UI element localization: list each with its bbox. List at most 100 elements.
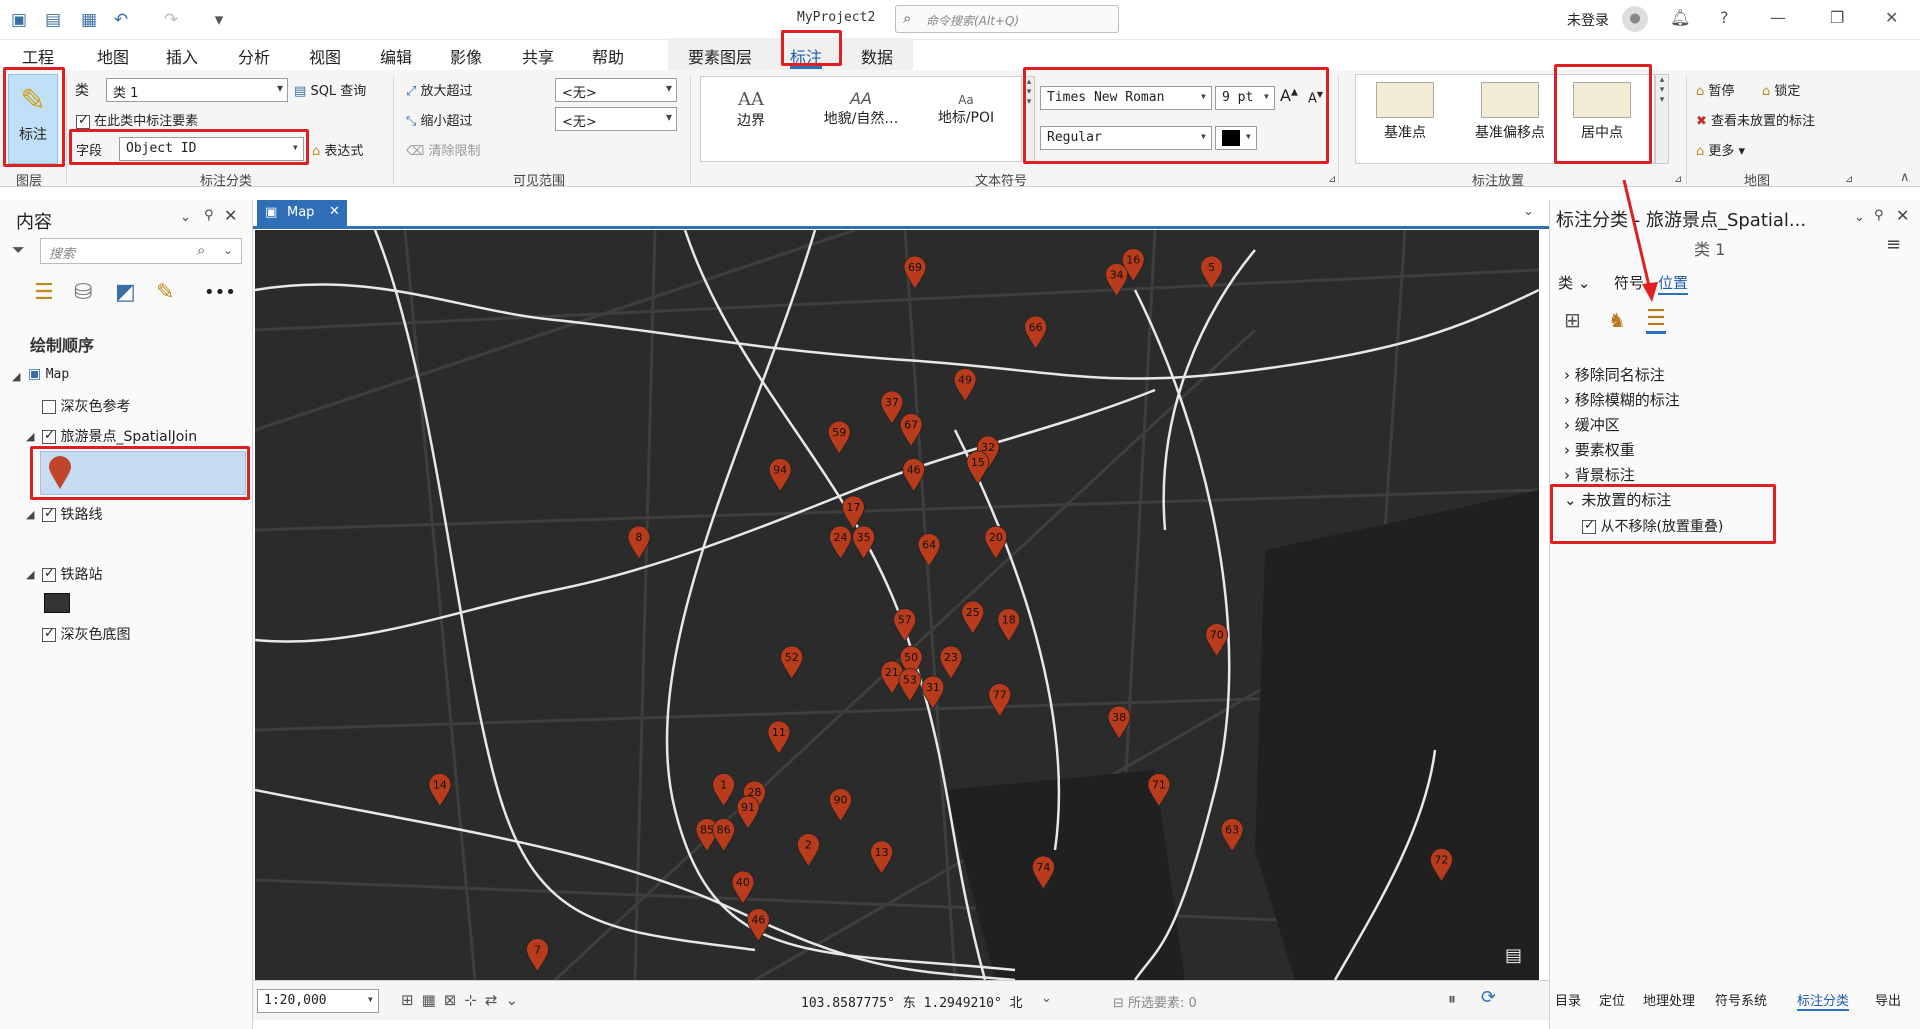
more-options-icon[interactable]: ••• [204,282,236,303]
map-pin[interactable]: 49 [953,368,977,403]
expression-button[interactable]: ⌂ 表达式 [312,140,363,159]
map-pin[interactable]: 64 [917,533,941,568]
tab-data[interactable]: 数据 [861,44,893,68]
map-pin[interactable]: 37 [880,390,904,425]
filter-icon[interactable]: ⏷ [12,240,25,260]
placement-scroll[interactable]: ▴ ▾ ▾ [1655,74,1669,164]
open-project-icon[interactable]: ▤ [42,10,64,30]
pause-drawing-icon[interactable]: ⏸ [1448,989,1456,1009]
map-pin[interactable]: 70 [1205,623,1229,658]
tab-position[interactable]: 位置 [1658,272,1689,295]
menu-icon[interactable]: ≡ [1886,234,1901,255]
map-pin[interactable]: 57 [893,608,917,643]
gallery-scroll[interactable]: ▴ ▾ ▾ [1023,76,1035,162]
tab-map[interactable]: 地图 [97,44,129,68]
tab-class[interactable]: 类 ⌄ [1558,272,1590,293]
layer-railway-line[interactable]: 铁路线 [42,504,102,524]
text-symbol-launcher-icon[interactable]: ⊿ [1328,174,1336,185]
tab-edit[interactable]: 编辑 [380,44,412,68]
layer-dark-gray-reference[interactable]: 深灰色参考 [42,396,130,416]
view-unplaced-button[interactable]: ✖ 查看未放置的标注 [1696,110,1815,129]
redo-icon[interactable]: ↷ [160,10,182,30]
map-pin[interactable]: 59 [827,420,851,455]
map-pin[interactable]: 63 [1220,818,1244,853]
map-launcher-icon[interactable]: ⊿ [1845,174,1853,185]
zoom-out-beyond-button[interactable]: ⤡ 缩小超过 [406,110,473,129]
placement-base-offset[interactable]: 基准偏移点 [1460,82,1560,142]
style-poi[interactable]: Aa 地标/POI [921,89,1011,127]
lock-button[interactable]: ⌂ 锁定 [1762,80,1800,99]
clear-limits-button[interactable]: ⌫ 清除限制 [406,140,481,159]
close-tab-icon[interactable]: ✕ [329,204,340,219]
style-boundary[interactable]: AA 边界 [711,89,791,130]
collapse-ribbon-icon[interactable]: ∧ [1900,170,1910,185]
map-pin[interactable]: 11 [767,720,791,755]
tab-overflow-icon[interactable]: ⌄ [1523,204,1534,219]
field-dropdown[interactable]: Object ID [119,137,304,161]
map-widget-icon[interactable]: ▤ [1505,945,1522,966]
map-pin[interactable]: 18 [997,608,1021,643]
more-button[interactable]: ⌂ 更多 ▾ [1696,140,1745,159]
tab-symbology[interactable]: 符号系统 [1715,990,1767,1009]
pause-button[interactable]: ⌂ 暂停 [1696,80,1734,99]
customize-qat-icon[interactable]: ▾ [208,10,230,30]
map-svg[interactable]: 69163456649376759321594 46178 2024 35645725… [255,230,1539,980]
map-pin[interactable]: 52 [780,645,804,680]
section-unplaced-labels[interactable]: ⌄ 未放置的标注 [1564,489,1671,510]
tab-labeling[interactable]: 标注 [790,44,822,68]
expand-icon[interactable]: ◢ [12,370,20,383]
help-icon[interactable]: ? [1720,8,1729,27]
zoom-out-scale-dropdown[interactable]: <无> [555,107,677,131]
new-project-icon[interactable]: ▣ [8,10,30,30]
map-pin[interactable]: 53 [898,668,922,703]
expand-icon[interactable]: ◢ [26,568,34,581]
label-features-in-class-checkbox[interactable]: 在此类中标注要素 [76,110,198,129]
map-pin[interactable]: 66 [1024,315,1048,350]
map-tool-icons[interactable]: ⊞▦⊠⊹⇄⌄ [401,991,526,1009]
conflict-resolution-icon[interactable]: ☰ [1646,306,1666,334]
login-status[interactable]: 未登录 [1567,10,1609,30]
map-pin[interactable]: 7 [526,938,549,973]
layer-railway-station[interactable]: 铁路站 [42,564,102,584]
tab-view[interactable]: 视图 [309,44,341,68]
font-style-dropdown[interactable]: Regular [1040,126,1212,150]
section-buffer[interactable]: › 缓冲区 [1564,414,1620,435]
increase-font-icon[interactable]: A▲ [1280,86,1298,105]
tab-share[interactable]: 共享 [522,44,554,68]
map-pin[interactable]: 24 [829,525,852,560]
contents-search-input[interactable]: 搜索 ⌕ ⌄ [40,238,242,264]
zoom-in-beyond-button[interactable]: ⤢ 放大超过 [406,80,473,99]
class-dropdown[interactable]: 类 1 [106,78,288,102]
close-icon[interactable]: ✕ [1885,8,1898,27]
map-pin[interactable]: 25 [961,600,985,635]
list-by-editing-icon[interactable]: ✎ [156,280,174,305]
label-toggle-button[interactable]: ✎ 标注 [8,74,58,164]
coord-format-icon[interactable]: ⌄ [1041,991,1052,1006]
map-pin[interactable]: 15 [966,450,990,485]
map-pin[interactable]: 2 [797,833,820,868]
tab-locate[interactable]: 定位 [1599,990,1625,1009]
placement-properties-icon[interactable]: ⊞ [1564,308,1581,332]
map-pin[interactable]: 17 [841,495,865,530]
tab-label-class[interactable]: 标注分类 [1797,990,1850,1011]
refresh-icon[interactable]: ⟳ [1481,987,1496,1008]
map-canvas[interactable]: 69 16 34 5 66 49 37 67 59 32 15 94 46 17 8 20 24 35 64 57 25… [255,230,1539,980]
tab-insert[interactable]: 插入 [166,44,198,68]
section-background-label[interactable]: › 背景标注 [1564,464,1635,485]
tab-feature-layer[interactable]: 要素图层 [688,44,752,68]
save-project-icon[interactable]: ▦ [78,10,100,30]
tab-project[interactable]: 工程 [22,44,54,68]
notifications-icon[interactable]: 🔔︎ [1670,8,1690,27]
map-pin[interactable]: 86 [712,818,736,853]
layer-dark-gray-basemap[interactable]: 深灰色底图 [42,624,130,644]
section-feature-weight[interactable]: › 要素权重 [1564,439,1635,460]
placement-center-point[interactable]: 居中点 [1562,82,1642,142]
scale-dropdown[interactable]: 1:20,000 [257,989,379,1013]
map-pin[interactable]: 23 [939,645,963,680]
zoom-in-scale-dropdown[interactable]: <无> [555,78,677,102]
restore-icon[interactable]: ❐ [1830,8,1844,27]
map-tab[interactable]: ▣ Map ✕ [257,200,347,226]
never-remove-checkbox[interactable]: 从不移除(放置重叠) [1582,516,1723,536]
panel-options-icon[interactable]: ⌄ [1854,210,1865,225]
font-size-dropdown[interactable]: 9 pt [1215,86,1275,110]
